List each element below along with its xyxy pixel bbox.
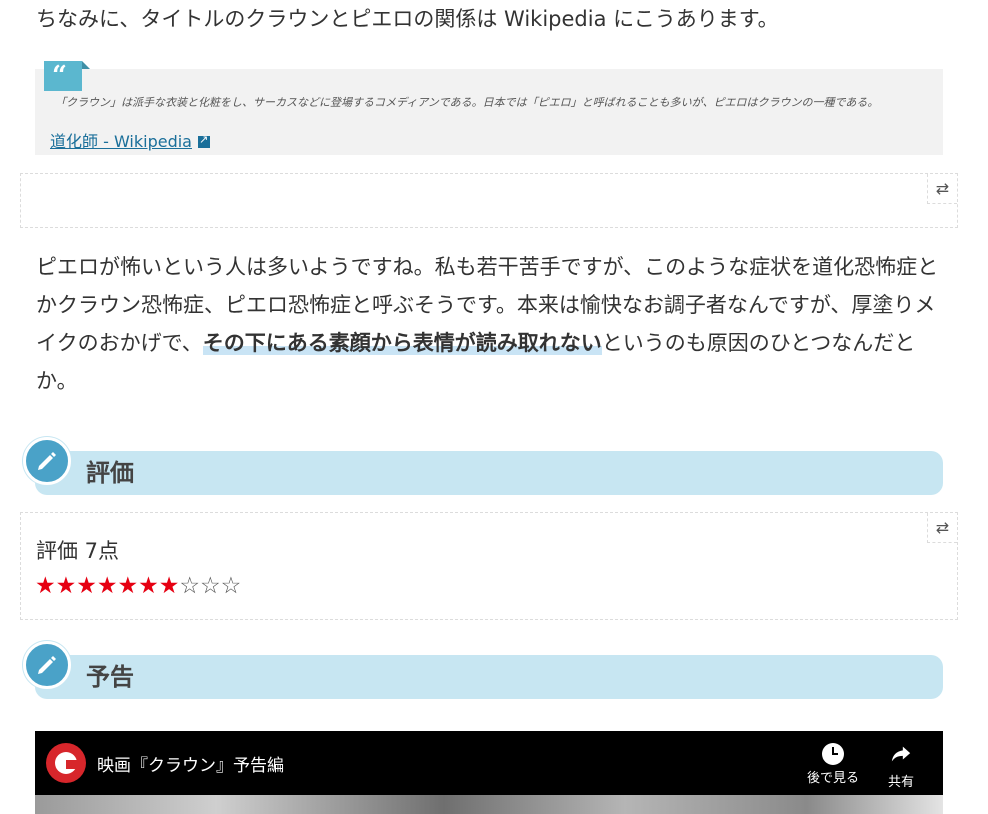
heading-rating: 評価 — [23, 437, 943, 495]
external-link-icon — [197, 133, 210, 148]
watch-later-button[interactable]: 後で見る — [807, 743, 859, 786]
star-filled-icon: ★ — [55, 573, 77, 599]
rating-label: 評価 7点 — [36, 539, 120, 563]
video-title[interactable]: 映画『クラウン』予告編 — [97, 751, 284, 776]
star-filled-icon: ★ — [35, 573, 56, 599]
pencil-icon — [23, 641, 71, 689]
share-icon — [891, 746, 911, 762]
body-paragraph: ピエロが怖いという人は多いようですね。私も若干苦手ですが、このような症状を道化恐… — [36, 248, 946, 400]
empty-content-box: ⇄ — [20, 173, 958, 228]
repeat-icon[interactable]: ⇄ — [927, 174, 957, 204]
channel-logo-icon[interactable] — [46, 743, 86, 783]
intro-text: ちなみに、タイトルのクラウンとピエロの関係は Wikipedia にこうあります… — [36, 7, 779, 31]
quote-text: 「クラウン」は派手な衣装と化粧をし、サーカスなどに登場するコメディアンである。日… — [55, 96, 879, 109]
star-filled-icon: ★ — [117, 573, 139, 599]
star-empty-icon: ☆ — [179, 573, 200, 599]
pencil-icon — [23, 437, 71, 485]
star-filled-icon: ★ — [96, 573, 118, 599]
quote-icon: “ — [44, 61, 90, 91]
clock-icon — [822, 743, 844, 765]
video-thumbnail[interactable] — [35, 795, 943, 814]
paragraph-highlight: その下にある素顔から表情が読み取れない — [202, 331, 602, 355]
share-button[interactable]: 共有 — [888, 743, 914, 790]
star-filled-icon: ★ — [158, 573, 180, 599]
star-rating: ★★★★★★★☆☆☆ — [35, 573, 241, 599]
star-filled-icon: ★ — [138, 573, 159, 599]
heading-rating-text: 評価 — [86, 459, 134, 487]
star-empty-icon: ☆ — [200, 573, 221, 599]
rating-box: 評価 7点 ★★★★★★★☆☆☆ ⇄ — [20, 512, 958, 620]
wikipedia-link[interactable]: 道化師 - Wikipedia — [50, 128, 210, 152]
watch-later-label: 後で見る — [807, 771, 860, 786]
star-filled-icon: ★ — [76, 573, 97, 599]
heading-trailer-text: 予告 — [86, 663, 134, 691]
blockquote: “ 「クラウン」は派手な衣装と化粧をし、サーカスなどに登場するコメディアンである… — [35, 61, 943, 155]
repeat-icon[interactable]: ⇄ — [927, 513, 957, 543]
youtube-embed[interactable]: 映画『クラウン』予告編 後で見る 共有 — [35, 731, 943, 814]
wikipedia-link-label: 道化師 - Wikipedia — [50, 132, 192, 151]
share-label: 共有 — [888, 775, 915, 790]
heading-trailer: 予告 — [23, 641, 943, 699]
star-empty-icon: ☆ — [220, 573, 242, 599]
